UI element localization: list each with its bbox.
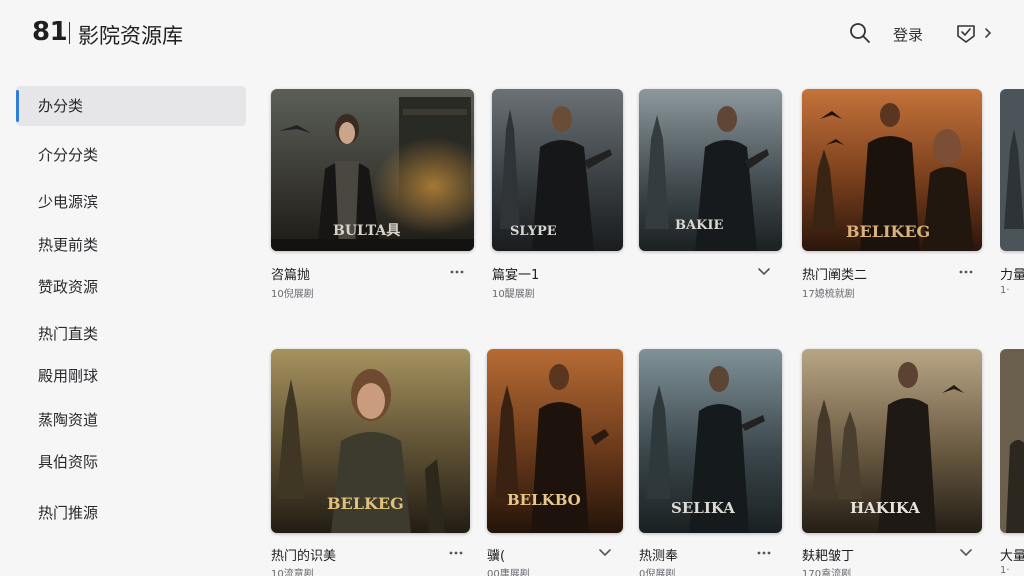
movie-poster[interactable]: HAKIKA — [802, 349, 982, 533]
poster-title-text: BELIKEG — [846, 222, 930, 241]
app-title[interactable]: 影院资源库 — [78, 20, 183, 50]
chevron-down-icon[interactable] — [596, 548, 614, 558]
movie-card[interactable]: BELKBO 骥( 00庸展剧 — [487, 349, 623, 576]
sidebar-item-label: 介分分类 — [38, 146, 99, 164]
poster-title-text: BAKIE — [675, 218, 723, 233]
card-subtitle: 0倪展剧 — [639, 569, 676, 576]
movie-poster[interactable]: SELIKA — [639, 349, 782, 533]
movie-card[interactable]: HAKIKA 麸耙皱丁 170盍流剧 — [802, 349, 982, 576]
top-header: 81 影院资源库 登录 — [0, 0, 1024, 66]
movie-poster[interactable] — [1000, 89, 1024, 251]
card-title[interactable]: 热门的识美 — [271, 545, 336, 564]
card-title[interactable]: 力量 — [1000, 264, 1024, 283]
card-subtitle: 10醍展剧 — [492, 289, 535, 300]
chevron-right-icon[interactable] — [982, 24, 994, 42]
movie-poster[interactable]: BELIKEG — [802, 89, 982, 251]
sidebar-item-label: 少电源滨 — [38, 193, 99, 211]
card-title[interactable]: 热测奉 — [639, 545, 678, 564]
sidebar-item-label: 热门推源 — [38, 504, 99, 522]
card-title[interactable]: 热门阐类二 — [802, 264, 867, 283]
chevron-down-icon[interactable] — [957, 548, 975, 558]
movie-card[interactable]: BELIKEG 热门阐类二 17媳梳就剧 — [802, 89, 982, 300]
card-subtitle: 10流意剧 — [271, 569, 314, 576]
movie-poster[interactable]: BELKBO — [487, 349, 623, 533]
poster-title-text: BELKEG — [327, 494, 404, 513]
movie-card[interactable]: SELIKA 热测奉 0倪展剧 — [639, 349, 782, 576]
sidebar-item-label: 热更前类 — [38, 236, 99, 254]
movie-poster[interactable]: BULTA具 — [271, 89, 474, 251]
movie-poster[interactable]: BELKEG — [271, 349, 470, 533]
sidebar-item-8[interactable]: 蒸陶资道 — [16, 400, 246, 440]
movie-card[interactable]: SLYPE 篇宴一1 10醍展剧 — [492, 89, 623, 300]
sidebar-item-7[interactable]: 殿用剛球 — [16, 356, 246, 396]
movie-poster[interactable] — [1000, 349, 1024, 533]
card-title[interactable]: 大量 — [1000, 545, 1024, 564]
poster-title-text: SELIKA — [671, 499, 735, 517]
sidebar-item-3[interactable]: 少电源滨 — [16, 182, 246, 222]
movie-card[interactable]: BELKEG 热门的识美 10流意剧 — [271, 349, 470, 576]
card-subtitle: 170盍流剧 — [802, 569, 852, 576]
logo-divider — [69, 22, 70, 44]
chevron-down-icon[interactable] — [755, 267, 773, 277]
poster-title-text: BULTA具 — [333, 223, 400, 239]
card-subtitle: 1· — [1000, 285, 1010, 296]
card-subtitle: 17媳梳就剧 — [802, 289, 855, 300]
movie-card[interactable]: 大量 1· — [1000, 349, 1024, 576]
movie-card[interactable]: BAKIE — [639, 89, 782, 299]
sidebar-item-label: 热门直类 — [38, 325, 99, 343]
more-icon[interactable] — [755, 548, 773, 558]
search-icon[interactable] — [849, 22, 871, 44]
sidebar-item-label: 蒸陶资道 — [38, 411, 99, 429]
sidebar-item-4[interactable]: 热更前类 — [16, 225, 246, 265]
sidebar-item-6[interactable]: 热门直类 — [16, 314, 246, 354]
card-title[interactable]: 骥( — [487, 545, 505, 564]
poster-title-text: SLYPE — [510, 224, 557, 239]
movie-poster[interactable]: SLYPE — [492, 89, 623, 251]
more-icon[interactable] — [447, 548, 465, 558]
sidebar-item-label: 殿用剛球 — [38, 367, 99, 385]
sidebar-item-label: 办分类 — [38, 97, 84, 115]
card-title[interactable]: 麸耙皱丁 — [802, 545, 854, 564]
logo-number[interactable]: 81 — [32, 17, 68, 47]
login-button[interactable]: 登录 — [893, 24, 923, 45]
more-icon[interactable] — [448, 267, 466, 277]
sidebar-item-2[interactable]: 介分分类 — [16, 135, 246, 175]
sidebar-item-1[interactable]: 办分类 — [16, 86, 246, 126]
movie-poster[interactable]: BAKIE — [639, 89, 782, 251]
card-subtitle: 10倪展剧 — [271, 289, 314, 300]
sidebar-item-label: 赞政资源 — [38, 278, 99, 296]
card-title[interactable]: 咨篇抛 — [271, 264, 310, 283]
app-window: 81 影院资源库 登录 办分类 介分分类 少电源滨 热更前类 赞政资源 热门直类… — [0, 0, 1024, 576]
shield-check-icon[interactable] — [955, 22, 977, 44]
card-subtitle: 00庸展剧 — [487, 569, 530, 576]
poster-title-text: BELKBO — [507, 491, 581, 509]
movie-card[interactable]: 力量 1· — [1000, 89, 1024, 299]
card-subtitle: 1· — [1000, 565, 1010, 576]
sidebar-item-5[interactable]: 赞政资源 — [16, 267, 246, 307]
poster-title-text: HAKIKA — [850, 499, 920, 517]
sidebar-item-9[interactable]: 具伯资际 — [16, 442, 246, 482]
sidebar-item-label: 具伯资际 — [38, 453, 99, 471]
card-title[interactable]: 篇宴一1 — [492, 264, 539, 283]
more-icon[interactable] — [957, 267, 975, 277]
movie-card[interactable]: BULTA具 咨篇抛 10倪展剧 — [271, 89, 474, 300]
sidebar-item-10[interactable]: 热门推源 — [16, 493, 246, 533]
